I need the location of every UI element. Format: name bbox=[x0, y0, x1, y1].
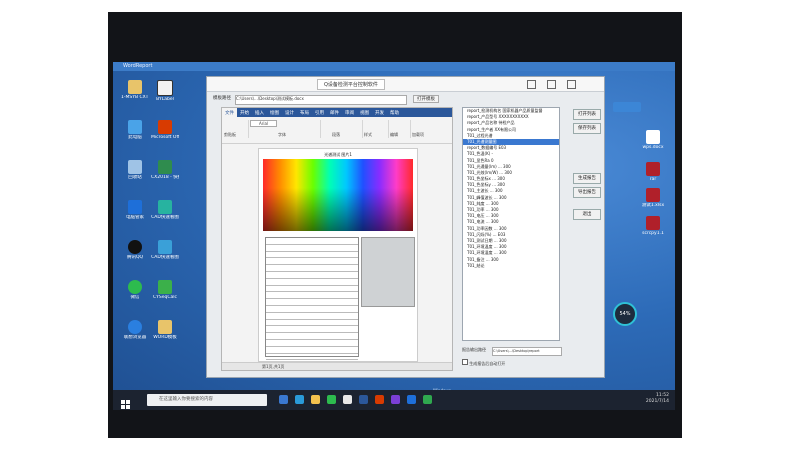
vs-task-icon[interactable] bbox=[391, 395, 400, 404]
archive-icon bbox=[646, 162, 660, 176]
font-group: Arial 字体 bbox=[250, 120, 321, 138]
image-placeholder bbox=[361, 237, 415, 307]
right-icon-0[interactable]: wps.docx bbox=[639, 130, 667, 150]
qq-icon bbox=[128, 240, 142, 254]
wechat-task-icon[interactable] bbox=[327, 395, 336, 404]
document-icon bbox=[646, 130, 660, 144]
figure-caption: 光谱测试 图片1 bbox=[324, 152, 352, 157]
paragraph-group: 段落 bbox=[322, 120, 363, 138]
auto-open-checkbox[interactable]: 生成报告后自动打开 bbox=[462, 359, 505, 367]
window-titlebar: Q设备检测平台控制软件 bbox=[207, 77, 604, 92]
explorer-icon[interactable] bbox=[311, 395, 320, 404]
output-path-row: 报告输出路径 C:\Users\...\Desktop\report bbox=[462, 347, 602, 356]
desktop-icon-5[interactable]: CX2018 - 快捷方式 bbox=[151, 160, 179, 180]
minimize-icon[interactable] bbox=[527, 80, 536, 89]
clipboard-group: 剪贴板 bbox=[224, 120, 249, 138]
app-icon bbox=[158, 280, 172, 294]
desktop-icon-11[interactable]: CYSeqCalc bbox=[151, 280, 179, 300]
desktop-icon-1[interactable]: BYLabel bbox=[151, 80, 179, 102]
recycle-bin-icon bbox=[128, 160, 142, 174]
system-clock[interactable]: 11:52 2021/7/14 bbox=[646, 393, 669, 405]
maximize-icon[interactable] bbox=[547, 80, 556, 89]
exit-button[interactable]: 退出 bbox=[573, 209, 601, 220]
output-path-label: 报告输出路径 bbox=[462, 347, 486, 352]
desktop-icon-13[interactable]: WORD模板 bbox=[151, 320, 179, 340]
output-path-input[interactable]: C:\Users\...\Desktop\report bbox=[492, 347, 562, 356]
main-window: Q设备检测平台控制软件 模板路径 C:\Users\...\Desktop\测试… bbox=[206, 76, 605, 378]
data-table bbox=[265, 237, 359, 361]
task-view-icon[interactable] bbox=[279, 395, 288, 404]
open-list-button[interactable]: 打开列表 bbox=[573, 109, 601, 120]
taskbar: 在这里输入你要搜索的内容 11:52 2021/7/14 bbox=[113, 390, 675, 410]
desktop-icon-6[interactable]: 电脑管家 bbox=[121, 200, 149, 220]
template-path-value: C:\Users\...\Desktop\测试模板.docx bbox=[236, 96, 304, 101]
parameter-list[interactable]: report_检测机构名 国家机器产品质量监督 report_产品型号 XXXXX… bbox=[462, 107, 560, 341]
template-path-bar: 模板路径 C:\Users\...\Desktop\测试模板.docx 打开模板 bbox=[213, 95, 473, 105]
editing-group: 编辑 bbox=[390, 120, 411, 138]
styles-group: 样式 bbox=[364, 120, 389, 138]
app-task-icon[interactable] bbox=[407, 395, 416, 404]
word-preview: 文件 开始 插入 绘图 设计 布局 引用 邮件 审阅 视图 开发 帮助 剪贴板 bbox=[221, 107, 453, 371]
barcode-icon bbox=[157, 80, 173, 96]
parameter-row[interactable]: T01_结论 bbox=[463, 263, 559, 269]
spectrum-image bbox=[263, 159, 413, 231]
folder-icon bbox=[158, 320, 172, 334]
browser-icon bbox=[128, 320, 142, 334]
desktop-icon-8[interactable]: 腾讯QQ bbox=[121, 240, 149, 260]
ribbon-tabs: 文件 开始 插入 绘图 设计 布局 引用 邮件 审阅 视图 开发 帮助 bbox=[222, 108, 452, 118]
title-strip: WordReport bbox=[113, 62, 675, 71]
app-task-icon[interactable] bbox=[423, 395, 432, 404]
desktop-icon-3[interactable]: Microsoft Office bbox=[151, 120, 179, 140]
template-path-input[interactable]: C:\Users\...\Desktop\测试模板.docx bbox=[235, 95, 407, 105]
desktop-icon-0[interactable]: 1-MSYB CXT 设计用备... bbox=[121, 80, 149, 100]
shield-icon bbox=[128, 200, 142, 214]
export-report-button[interactable]: 导出报告 bbox=[573, 187, 601, 198]
addins-group: 加载项 bbox=[412, 132, 424, 137]
auto-open-label: 生成报告后自动打开 bbox=[469, 361, 506, 366]
archive-icon bbox=[646, 216, 660, 230]
right-icon-2[interactable]: 测试1.xlsx bbox=[639, 188, 667, 208]
close-icon[interactable] bbox=[567, 80, 576, 89]
open-template-button[interactable]: 打开模板 bbox=[413, 95, 439, 103]
generate-report-button[interactable]: 生成报告 bbox=[573, 173, 601, 184]
desktop-icon-10[interactable]: 微信 bbox=[121, 280, 149, 300]
word-task-icon[interactable] bbox=[359, 395, 368, 404]
edge-icon[interactable] bbox=[295, 395, 304, 404]
cad-icon bbox=[158, 240, 172, 254]
wechat-icon bbox=[128, 280, 142, 294]
desktop-icon-7[interactable]: CAD快速看图 bbox=[151, 200, 179, 220]
window-title: Q设备检测平台控制软件 bbox=[317, 79, 385, 90]
right-icon-1[interactable]: rar bbox=[639, 162, 667, 182]
checkbox-icon bbox=[462, 359, 468, 365]
desktop-icon-9[interactable]: CAD快速看图 bbox=[151, 240, 179, 260]
right-icon-3[interactable]: scrcpy1.1 bbox=[639, 216, 667, 236]
desktop-screen: WordReport 1-MSYB CXT 设计用备... BYLabel 此电… bbox=[113, 62, 675, 410]
clock-date: 2021/7/14 bbox=[645, 399, 669, 404]
windows-start-icon[interactable] bbox=[121, 395, 131, 409]
office-icon bbox=[158, 120, 172, 134]
archive-icon bbox=[646, 188, 660, 202]
store-icon[interactable] bbox=[343, 395, 352, 404]
photo-frame: WordReport 1-MSYB CXT 设计用备... BYLabel 此电… bbox=[108, 12, 682, 438]
ribbon: 剪贴板 Arial 字体 段落 样式 编辑 加载项 bbox=[222, 117, 452, 144]
app-icon bbox=[158, 160, 172, 174]
taskbar-search-input[interactable]: 在这里输入你要搜索的内容 bbox=[147, 394, 267, 406]
app-task-icon[interactable] bbox=[375, 395, 384, 404]
cad-icon bbox=[158, 200, 172, 214]
save-list-button[interactable]: 保存列表 bbox=[573, 123, 601, 134]
template-path-label: 模板路径 bbox=[213, 96, 231, 101]
floating-widget[interactable] bbox=[613, 102, 641, 112]
performance-gauge[interactable]: 54% bbox=[613, 302, 637, 326]
document-page: 光谱测试 图片1 bbox=[258, 148, 418, 362]
output-path-value: C:\Users\...\Desktop\report bbox=[493, 349, 540, 353]
computer-icon bbox=[128, 120, 142, 134]
desktop-icon-4[interactable]: 回收站 bbox=[121, 160, 149, 180]
folder-icon bbox=[128, 80, 142, 94]
desktop-icon-12[interactable]: 联想浏览器 bbox=[121, 320, 149, 340]
search-placeholder: 在这里输入你要搜索的内容 bbox=[159, 397, 213, 402]
word-status-bar: 第1页,共1页 bbox=[222, 362, 452, 370]
desktop-icon-2[interactable]: 此电脑 bbox=[121, 120, 149, 140]
font-select[interactable]: Arial bbox=[250, 120, 278, 127]
